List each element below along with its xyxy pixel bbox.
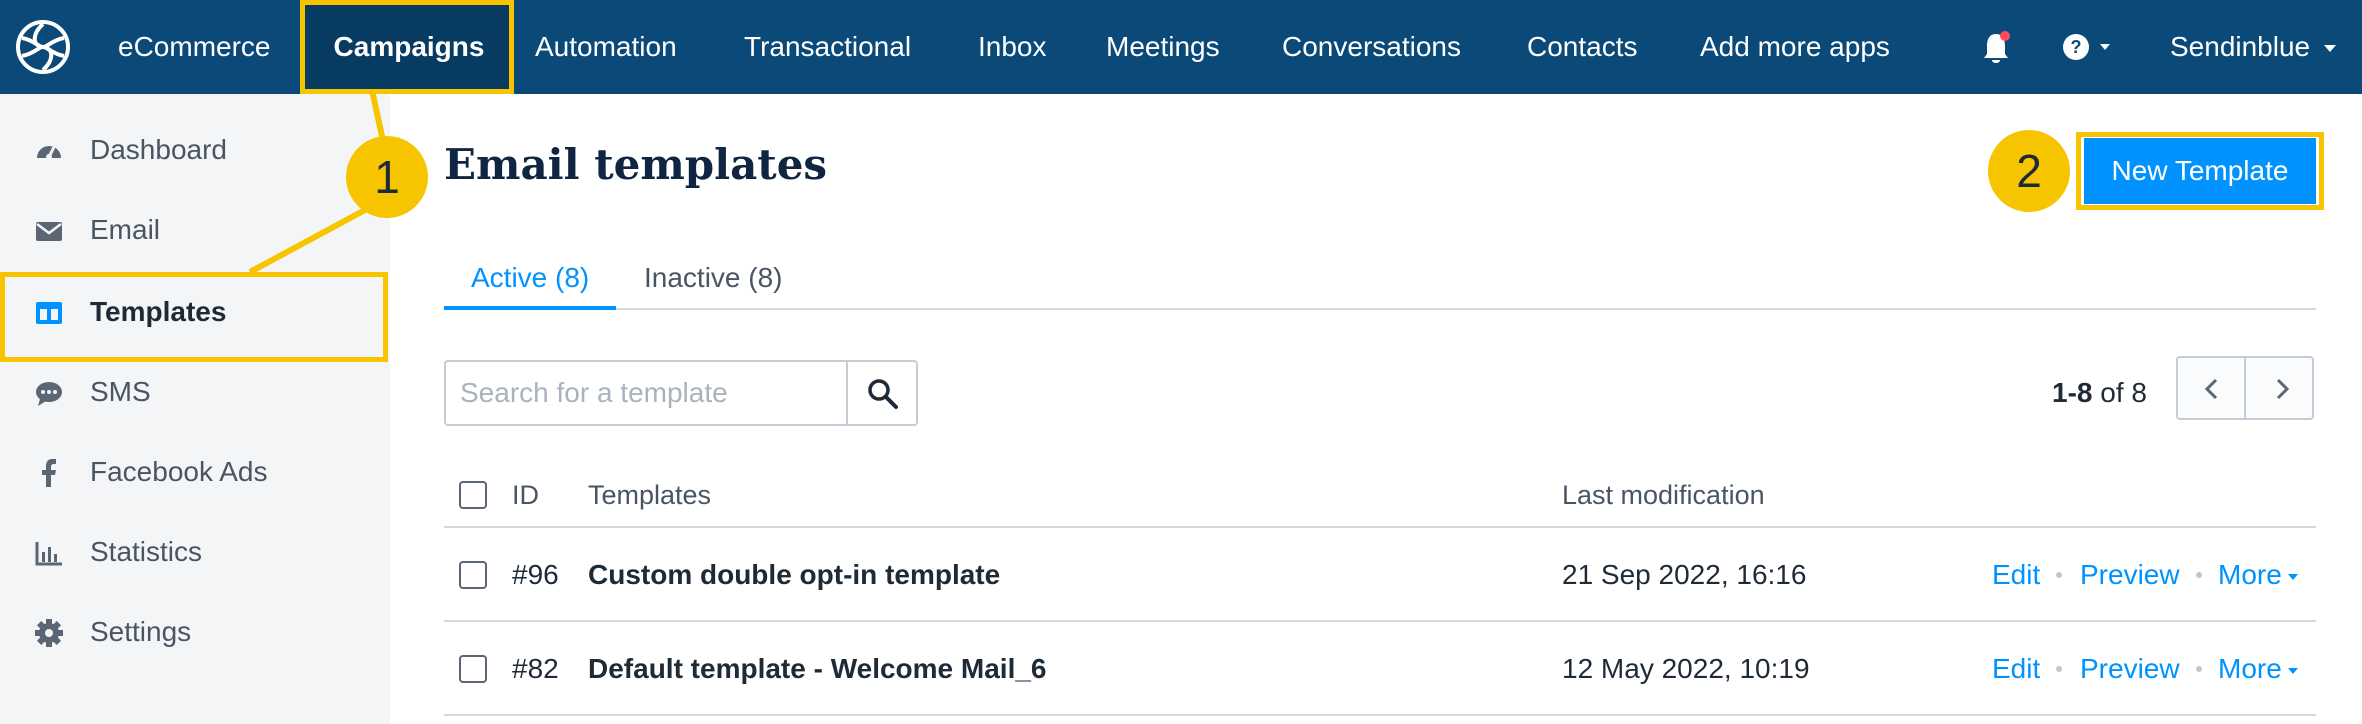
more-menu[interactable]: More: [2218, 622, 2298, 716]
chevron-left-icon: [2204, 378, 2218, 400]
svg-text:?: ?: [2071, 37, 2082, 57]
sidebar-item-statistics[interactable]: Statistics: [0, 512, 386, 592]
sidebar-item-label: Facebook Ads: [90, 456, 268, 487]
separator-dot: [2056, 572, 2062, 578]
row-modified: 21 Sep 2022, 16:16: [1562, 559, 1807, 590]
search-button[interactable]: [846, 360, 918, 426]
sidebar-item-label: Settings: [90, 616, 192, 647]
row-id: #96: [512, 559, 559, 590]
sidebar-item-label: Dashboard: [90, 134, 227, 165]
gear-icon: [35, 619, 63, 647]
account-name: Sendinblue: [2170, 31, 2311, 62]
search-icon: [868, 379, 898, 409]
nav-campaigns[interactable]: Campaigns: [304, 0, 514, 94]
search-input[interactable]: [444, 360, 848, 426]
account-menu[interactable]: Sendinblue: [2170, 0, 2337, 94]
chevron-down-icon: [2324, 45, 2337, 53]
table-row: #96 Custom double opt-in template 21 Sep…: [444, 528, 2316, 622]
row-template-name[interactable]: Custom double opt-in template: [588, 528, 1000, 622]
row-checkbox[interactable]: [459, 655, 487, 683]
sidebar-item-label: Templates: [90, 296, 227, 327]
edit-link[interactable]: Edit: [1992, 622, 2040, 716]
top-navigation: eCommerce Campaigns Automation Transacti…: [0, 0, 2362, 94]
template-icon: [36, 302, 62, 324]
sidebar-item-templates[interactable]: Templates: [0, 272, 386, 352]
sidebar-item-settings[interactable]: Settings: [0, 592, 386, 672]
tab-active[interactable]: Active (8): [444, 246, 617, 310]
nav-ecommerce[interactable]: eCommerce: [118, 0, 270, 94]
separator-dot: [2056, 666, 2062, 672]
select-all-checkbox[interactable]: [459, 481, 487, 509]
next-page-button[interactable]: [2244, 356, 2314, 420]
more-label: More: [2218, 653, 2282, 684]
chevron-right-icon: [2276, 378, 2290, 400]
column-templates: Templates: [588, 480, 712, 510]
pagination-summary: 1-8 of 8: [2052, 360, 2147, 426]
page-title: Email templates: [444, 140, 828, 189]
sendinblue-logo-icon[interactable]: [14, 18, 72, 76]
nav-automation[interactable]: Automation: [535, 0, 677, 94]
more-menu[interactable]: More: [2218, 528, 2298, 622]
bell-icon[interactable]: [1980, 30, 2012, 66]
callout-badge-2: 2: [1988, 130, 2070, 212]
tab-inactive[interactable]: Inactive (8): [644, 246, 783, 310]
row-checkbox[interactable]: [459, 561, 487, 589]
help-icon[interactable]: ?: [2060, 30, 2120, 66]
new-template-button[interactable]: New Template: [2084, 138, 2316, 204]
table-header: ID Templates Last modification: [444, 462, 2316, 528]
sidebar-item-facebook-ads[interactable]: Facebook Ads: [0, 432, 386, 512]
column-last-modification: Last modification: [1562, 480, 1765, 510]
pagination-range: 1-8: [2052, 377, 2093, 408]
chevron-down-icon: [2287, 573, 2298, 580]
sidebar-item-dashboard[interactable]: Dashboard: [0, 110, 386, 190]
edit-link[interactable]: Edit: [1992, 528, 2040, 622]
nav-transactional[interactable]: Transactional: [744, 0, 911, 94]
row-modified: 12 May 2022, 10:19: [1562, 653, 1810, 684]
sidebar-item-label: Statistics: [90, 536, 203, 567]
sidebar-item-sms[interactable]: SMS: [0, 352, 386, 432]
separator-dot: [2196, 572, 2202, 578]
sidebar-item-label: SMS: [90, 376, 151, 407]
callout-badge-1: 1: [346, 136, 428, 218]
more-label: More: [2218, 559, 2282, 590]
nav-inbox[interactable]: Inbox: [978, 0, 1047, 94]
facebook-icon: [42, 459, 56, 487]
pagination-total: 8: [2131, 377, 2147, 408]
previous-page-button[interactable]: [2176, 356, 2246, 420]
template-tabs: Active (8) Inactive (8): [444, 246, 2316, 310]
pagination-of: of: [2100, 377, 2124, 408]
table-row: #82 Default template - Welcome Mail_6 12…: [444, 622, 2316, 716]
sidebar-item-label: Email: [90, 214, 161, 245]
chevron-down-icon: [2287, 667, 2298, 674]
preview-link[interactable]: Preview: [2080, 622, 2180, 716]
nav-contacts[interactable]: Contacts: [1527, 0, 1638, 94]
sidebar: Dashboard Email Templates SMS Facebook A…: [0, 94, 390, 724]
gauge-icon: [37, 146, 61, 160]
nav-add-more-apps[interactable]: Add more apps: [1700, 0, 1890, 94]
separator-dot: [2196, 666, 2202, 672]
column-id: ID: [512, 480, 539, 510]
envelope-icon: [36, 222, 62, 241]
sidebar-item-email[interactable]: Email: [0, 190, 386, 270]
nav-meetings[interactable]: Meetings: [1106, 0, 1220, 94]
row-template-name[interactable]: Default template - Welcome Mail_6: [588, 622, 1047, 716]
row-id: #82: [512, 653, 559, 684]
chat-bubble-icon: [36, 382, 62, 406]
nav-conversations[interactable]: Conversations: [1282, 0, 1461, 94]
bar-chart-icon: [35, 542, 62, 566]
preview-link[interactable]: Preview: [2080, 528, 2180, 622]
